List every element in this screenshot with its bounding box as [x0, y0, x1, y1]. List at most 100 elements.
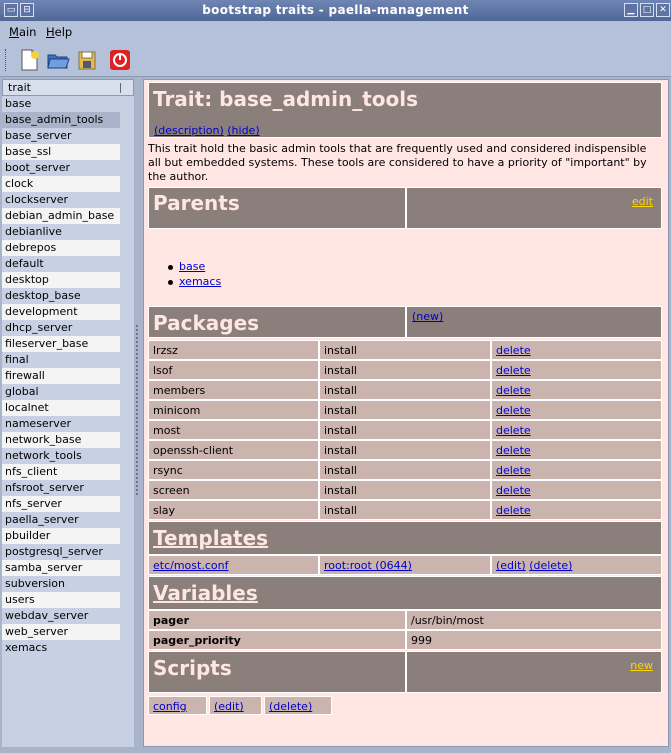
variable-value-cell: /usr/bin/most: [406, 610, 662, 630]
script-delete-cell: (delete): [264, 696, 332, 715]
template-path-link[interactable]: etc/most.conf: [153, 559, 228, 572]
trait-item[interactable]: boot_server: [2, 160, 120, 176]
packages-new-link[interactable]: (new): [412, 310, 443, 323]
trait-item[interactable]: base: [2, 96, 120, 112]
package-name-cell: members: [148, 380, 319, 400]
package-name: rsync: [153, 464, 183, 477]
trait-item[interactable]: clockserver: [2, 192, 120, 208]
package-delete-cell: delete: [491, 400, 662, 420]
package-delete-link[interactable]: delete: [496, 484, 531, 497]
variable-name-cell: pager_priority: [148, 630, 406, 650]
package-name-cell: screen: [148, 480, 319, 500]
trait-item[interactable]: debian_admin_base: [2, 208, 120, 224]
trait-item[interactable]: users: [2, 592, 120, 608]
quit-icon[interactable]: [107, 47, 133, 73]
open-folder-icon[interactable]: [45, 47, 71, 73]
package-delete-cell: delete: [491, 420, 662, 440]
package-delete-link[interactable]: delete: [496, 504, 531, 517]
package-delete-link[interactable]: delete: [496, 444, 531, 457]
package-delete-link[interactable]: delete: [496, 364, 531, 377]
trait-item[interactable]: xemacs: [2, 640, 120, 656]
script-edit-cell: (edit): [209, 696, 262, 715]
trait-item[interactable]: base_admin_tools: [2, 112, 120, 128]
template-delete-link[interactable]: (delete): [529, 559, 572, 572]
trait-item[interactable]: dhcp_server: [2, 320, 120, 336]
trait-item[interactable]: pbuilder: [2, 528, 120, 544]
trait-item[interactable]: nameserver: [2, 416, 120, 432]
page-title: Trait: base_admin_tools: [153, 87, 419, 111]
trait-item[interactable]: desktop: [2, 272, 120, 288]
package-delete-link[interactable]: delete: [496, 424, 531, 437]
package-delete-link[interactable]: delete: [496, 344, 531, 357]
menu-help[interactable]: Help: [46, 25, 72, 39]
trait-item[interactable]: fileserver_base: [2, 336, 120, 352]
trait-item[interactable]: webdav_server: [2, 608, 120, 624]
trait-item[interactable]: paella_server: [2, 512, 120, 528]
trait-item[interactable]: nfsroot_server: [2, 480, 120, 496]
maximize-icon[interactable]: □: [640, 3, 654, 17]
toolbar-grip[interactable]: [5, 49, 8, 71]
package-name: slay: [153, 504, 176, 517]
trait-item[interactable]: network_tools: [2, 448, 120, 464]
menu-main[interactable]: Main: [9, 25, 36, 39]
trait-item[interactable]: global: [2, 384, 120, 400]
trait-item[interactable]: debianlive: [2, 224, 120, 240]
package-action-cell: install: [319, 400, 491, 420]
packages-heading: Packages: [153, 311, 260, 335]
description-link[interactable]: (description): [154, 124, 224, 137]
templates-heading[interactable]: Templates: [153, 526, 268, 550]
scripts-new-link[interactable]: new: [630, 659, 653, 672]
close-icon[interactable]: ✕: [656, 3, 670, 17]
package-delete-link[interactable]: delete: [496, 384, 531, 397]
trait-item[interactable]: samba_server: [2, 560, 120, 576]
trait-item[interactable]: base_server: [2, 128, 120, 144]
package-action: install: [324, 504, 357, 517]
trait-item[interactable]: nfs_client: [2, 464, 120, 480]
package-name-cell: most: [148, 420, 319, 440]
package-name: openssh-client: [153, 444, 234, 457]
trait-item[interactable]: base_ssl: [2, 144, 120, 160]
parents-heading-box: Parents: [148, 187, 406, 229]
trait-item[interactable]: localnet: [2, 400, 120, 416]
minimize-icon[interactable]: ▁: [624, 3, 638, 17]
template-edit-link[interactable]: (edit): [496, 559, 526, 572]
save-icon[interactable]: [74, 47, 100, 73]
variables-heading[interactable]: Variables: [153, 581, 258, 605]
package-delete-cell: delete: [491, 480, 662, 500]
trait-item[interactable]: network_base: [2, 432, 120, 448]
trait-item[interactable]: web_server: [2, 624, 120, 640]
new-document-icon[interactable]: [16, 47, 42, 73]
trait-item[interactable]: desktop_base: [2, 288, 120, 304]
trait-item[interactable]: final: [2, 352, 120, 368]
package-delete-link[interactable]: delete: [496, 404, 531, 417]
trait-item[interactable]: development: [2, 304, 120, 320]
package-action: install: [324, 344, 357, 357]
trait-item[interactable]: firewall: [2, 368, 120, 384]
trait-item[interactable]: debrepos: [2, 240, 120, 256]
script-config-link[interactable]: config: [153, 700, 187, 713]
script-name-cell: config: [148, 696, 207, 715]
trait-item[interactable]: postgresql_server: [2, 544, 120, 560]
parent-link-base[interactable]: base: [179, 260, 205, 273]
trait-column-header[interactable]: trait: [2, 79, 134, 96]
pane-splitter[interactable]: [136, 325, 139, 495]
parents-edit-box: edit: [406, 187, 662, 229]
hide-link[interactable]: (hide): [227, 124, 259, 137]
script-delete-link[interactable]: (delete): [269, 700, 312, 713]
script-edit-link[interactable]: (edit): [214, 700, 244, 713]
trait-list: base base_admin_tools base_server base_ssl b…: [2, 96, 134, 656]
package-name-cell: rsync: [148, 460, 319, 480]
package-action-cell: install: [319, 380, 491, 400]
package-action-cell: install: [319, 420, 491, 440]
template-actions-cell: (edit) (delete): [491, 555, 662, 575]
package-name-cell: lrzsz: [148, 340, 319, 360]
package-delete-link[interactable]: delete: [496, 464, 531, 477]
package-name-cell: minicom: [148, 400, 319, 420]
trait-item[interactable]: subversion: [2, 576, 120, 592]
parent-link-xemacs[interactable]: xemacs: [179, 275, 221, 288]
parents-edit-link[interactable]: edit: [632, 195, 653, 208]
trait-item[interactable]: nfs_server: [2, 496, 120, 512]
trait-item[interactable]: default: [2, 256, 120, 272]
trait-item[interactable]: clock: [2, 176, 120, 192]
template-owner-link[interactable]: root:root (0644): [324, 559, 412, 572]
